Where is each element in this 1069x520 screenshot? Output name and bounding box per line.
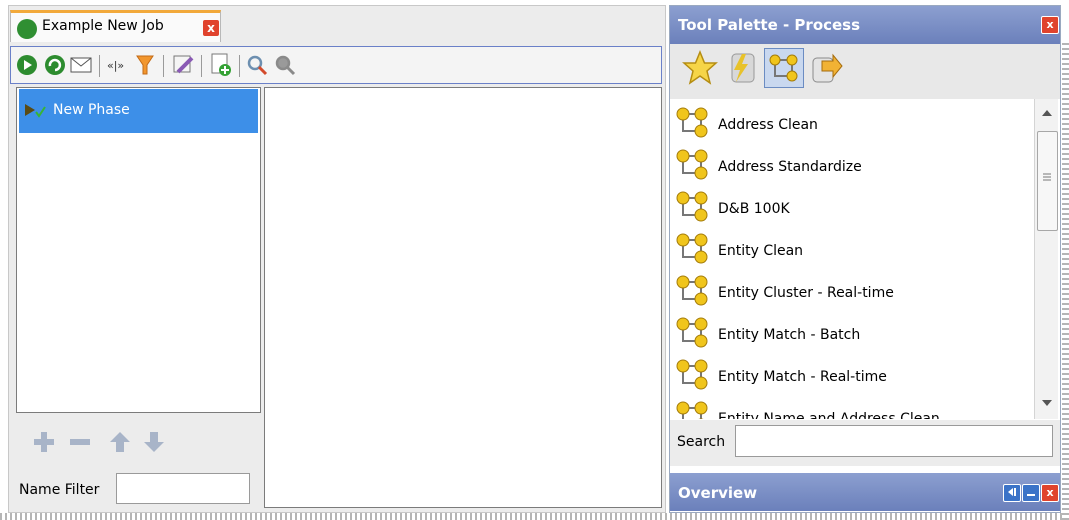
scroll-down-icon[interactable] (1041, 399, 1053, 407)
run-icon[interactable] (15, 53, 39, 77)
phase-label: New Phase (53, 102, 130, 118)
add-icon[interactable] (32, 430, 58, 456)
remove-icon[interactable] (68, 430, 94, 456)
refresh-icon[interactable] (43, 53, 67, 77)
list-item[interactable]: Entity Clean (670, 227, 1030, 269)
list-item-label: Address Standardize (718, 159, 862, 175)
list-item[interactable]: Address Standardize (670, 143, 1030, 185)
output-arrow-icon[interactable] (806, 48, 846, 88)
overview-title: Overview (678, 484, 758, 502)
list-item-label: Entity Name and Address Clean (718, 411, 940, 419)
toolbar-divider (99, 55, 100, 77)
list-item-label: Address Clean (718, 117, 818, 133)
process-icon (674, 399, 710, 419)
torn-edge-decoration (1062, 40, 1069, 520)
process-icon (674, 315, 710, 355)
job-icon (17, 19, 37, 39)
phase-list: New Phase (16, 87, 261, 413)
toolbar-divider (239, 55, 240, 77)
toolbar-divider (163, 55, 164, 77)
list-item-label: Entity Cluster - Real-time (718, 285, 894, 301)
search-input[interactable] (735, 425, 1053, 457)
name-filter-input[interactable] (116, 473, 250, 504)
favorites-star-icon[interactable] (680, 48, 720, 88)
palette-scrollbar[interactable] (1034, 99, 1058, 419)
process-icon (674, 273, 710, 313)
process-icon (674, 105, 710, 145)
move-down-icon[interactable] (142, 430, 168, 456)
list-item-label: Entity Clean (718, 243, 804, 259)
scrollbar-thumb[interactable] (1037, 131, 1058, 231)
torn-edge-decoration (0, 513, 1069, 520)
toolbar-divider (201, 55, 202, 77)
close-palette-icon[interactable]: x (1041, 16, 1059, 34)
new-document-icon[interactable] (209, 53, 233, 77)
svg-text:«|»: «|» (107, 59, 124, 72)
process-icon (674, 357, 710, 397)
process-category-icon[interactable] (764, 48, 804, 88)
filter-icon[interactable] (133, 53, 157, 77)
list-item[interactable]: Entity Name and Address Clean (670, 395, 1030, 419)
tab-example-new-job[interactable]: Example New Job x (10, 10, 221, 42)
name-filter-label: Name Filter (19, 482, 100, 498)
phase-icon (25, 103, 47, 123)
split-icon[interactable]: «|» (105, 53, 129, 77)
search-icon[interactable] (245, 53, 269, 77)
process-icon (674, 231, 710, 271)
close-tab-icon[interactable]: x (203, 20, 219, 36)
realtime-lightning-icon[interactable] (722, 48, 762, 88)
list-item-label: Entity Match - Real-time (718, 369, 887, 385)
list-item[interactable]: Entity Cluster - Real-time (670, 269, 1030, 311)
list-item[interactable]: Entity Match - Real-time (670, 353, 1030, 395)
dock-icon[interactable] (1003, 484, 1021, 502)
phase-detail-panel (264, 87, 662, 508)
mail-icon[interactable] (69, 53, 93, 77)
phase-row[interactable]: New Phase (19, 89, 258, 133)
tab-label: Example New Job (42, 18, 164, 34)
close-overview-icon[interactable]: x (1041, 484, 1059, 502)
editor-toolbar: «|» (10, 46, 662, 84)
minimize-icon[interactable] (1022, 484, 1040, 502)
list-item[interactable]: D&B 100K (670, 185, 1030, 227)
list-item-label: Entity Match - Batch (718, 327, 861, 343)
palette-title: Tool Palette - Process (678, 16, 861, 34)
list-item[interactable]: Address Clean (670, 101, 1030, 143)
edit-icon[interactable] (171, 53, 195, 77)
scroll-up-icon[interactable] (1041, 109, 1053, 117)
process-icon (674, 147, 710, 187)
list-item-label: D&B 100K (718, 201, 790, 217)
move-up-icon[interactable] (108, 430, 134, 456)
list-item[interactable]: Entity Match - Batch (670, 311, 1030, 353)
palette-list: Address Clean Address Standardize D&B 10… (670, 99, 1032, 419)
search-disabled-icon (273, 53, 297, 77)
search-label: Search (677, 434, 726, 450)
process-icon (674, 189, 710, 229)
